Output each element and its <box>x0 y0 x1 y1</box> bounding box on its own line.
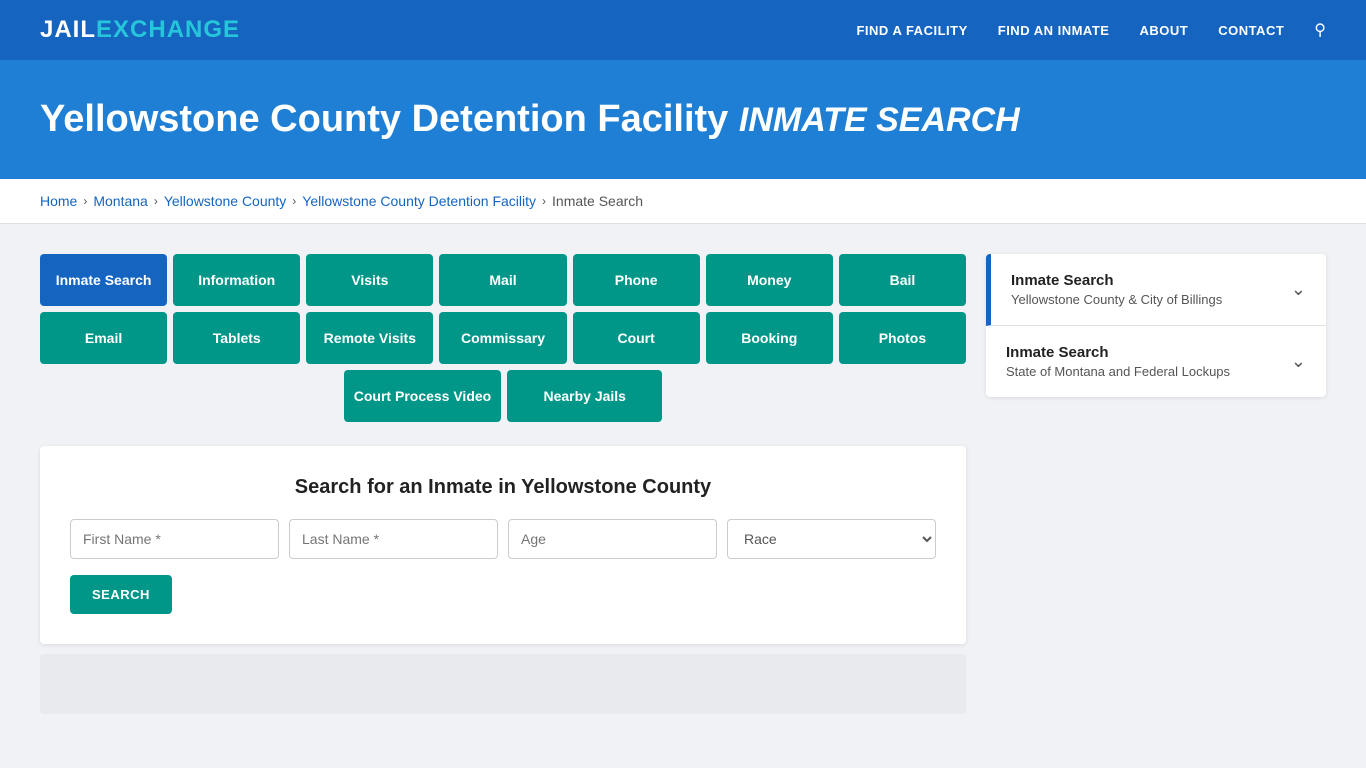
hero-section: Yellowstone County Detention Facility IN… <box>0 60 1366 179</box>
btn-court[interactable]: Court <box>573 312 700 364</box>
breadcrumb-facility[interactable]: Yellowstone County Detention Facility <box>302 193 536 209</box>
breadcrumb-sep-1: › <box>83 194 87 208</box>
breadcrumb-yellowstone[interactable]: Yellowstone County <box>164 193 286 209</box>
btn-commissary[interactable]: Commissary <box>439 312 566 364</box>
nav-about[interactable]: ABOUT <box>1139 23 1188 38</box>
breadcrumb-sep-3: › <box>292 194 296 208</box>
sidebar-item-1-subtitle: Yellowstone County & City of Billings <box>1011 292 1291 307</box>
btn-money[interactable]: Money <box>706 254 833 306</box>
btn-inmate-search[interactable]: Inmate Search <box>40 254 167 306</box>
chevron-down-icon-1: ⌄ <box>1291 279 1306 300</box>
age-input[interactable] <box>508 519 717 559</box>
sidebar-item-2-subtitle: State of Montana and Federal Lockups <box>1006 364 1291 379</box>
search-title: Search for an Inmate in Yellowstone Coun… <box>70 476 936 499</box>
nav-buttons-row3: Court Process Video Nearby Jails <box>40 370 966 422</box>
sidebar-item-montana[interactable]: Inmate Search State of Montana and Feder… <box>986 326 1326 397</box>
btn-court-process-video[interactable]: Court Process Video <box>344 370 501 422</box>
btn-nearby-jails[interactable]: Nearby Jails <box>507 370 662 422</box>
race-select[interactable]: Race White Black Hispanic Asian Native A… <box>727 519 936 559</box>
last-name-input[interactable] <box>289 519 498 559</box>
bottom-placeholder <box>40 654 966 714</box>
btn-tablets[interactable]: Tablets <box>173 312 300 364</box>
search-icon[interactable]: ⚲ <box>1314 20 1326 40</box>
nav-find-facility[interactable]: FIND A FACILITY <box>856 23 967 38</box>
site-logo[interactable]: JAILEXCHANGE <box>40 16 240 44</box>
search-button[interactable]: SEARCH <box>70 575 172 614</box>
left-column: Inmate Search Information Visits Mail Ph… <box>40 254 966 714</box>
btn-phone[interactable]: Phone <box>573 254 700 306</box>
chevron-down-icon-2: ⌄ <box>1291 351 1306 372</box>
breadcrumb-current: Inmate Search <box>552 193 643 209</box>
page-title: Yellowstone County Detention Facility IN… <box>40 98 1326 141</box>
breadcrumb-sep-2: › <box>154 194 158 208</box>
btn-mail[interactable]: Mail <box>439 254 566 306</box>
nav-buttons-row2: Email Tablets Remote Visits Commissary C… <box>40 312 966 364</box>
search-fields: Race White Black Hispanic Asian Native A… <box>70 519 936 559</box>
main-content: Inmate Search Information Visits Mail Ph… <box>0 224 1366 744</box>
btn-photos[interactable]: Photos <box>839 312 966 364</box>
logo-jail: JAIL <box>40 16 96 43</box>
sidebar-item-1-title: Inmate Search <box>1011 272 1291 289</box>
sidebar-item-2-content: Inmate Search State of Montana and Feder… <box>1006 344 1291 379</box>
btn-remote-visits[interactable]: Remote Visits <box>306 312 433 364</box>
nav-find-inmate[interactable]: FIND AN INMATE <box>998 23 1110 38</box>
btn-information[interactable]: Information <box>173 254 300 306</box>
btn-booking[interactable]: Booking <box>706 312 833 364</box>
btn-bail[interactable]: Bail <box>839 254 966 306</box>
first-name-input[interactable] <box>70 519 279 559</box>
breadcrumb-home[interactable]: Home <box>40 193 77 209</box>
nav-contact[interactable]: CONTACT <box>1218 23 1284 38</box>
sidebar-item-1-content: Inmate Search Yellowstone County & City … <box>1011 272 1291 307</box>
logo-exchange: EXCHANGE <box>96 16 240 43</box>
sidebar-card: Inmate Search Yellowstone County & City … <box>986 254 1326 397</box>
main-nav: FIND A FACILITY FIND AN INMATE ABOUT CON… <box>856 20 1326 40</box>
right-sidebar: Inmate Search Yellowstone County & City … <box>986 254 1326 397</box>
btn-visits[interactable]: Visits <box>306 254 433 306</box>
nav-buttons-row1: Inmate Search Information Visits Mail Ph… <box>40 254 966 306</box>
sidebar-item-yellowstone[interactable]: Inmate Search Yellowstone County & City … <box>986 254 1326 326</box>
sidebar-item-2-title: Inmate Search <box>1006 344 1291 361</box>
breadcrumb-sep-4: › <box>542 194 546 208</box>
btn-email[interactable]: Email <box>40 312 167 364</box>
site-header: JAILEXCHANGE FIND A FACILITY FIND AN INM… <box>0 0 1366 60</box>
breadcrumb-montana[interactable]: Montana <box>93 193 147 209</box>
breadcrumb: Home › Montana › Yellowstone County › Ye… <box>0 179 1366 224</box>
search-card: Search for an Inmate in Yellowstone Coun… <box>40 446 966 644</box>
